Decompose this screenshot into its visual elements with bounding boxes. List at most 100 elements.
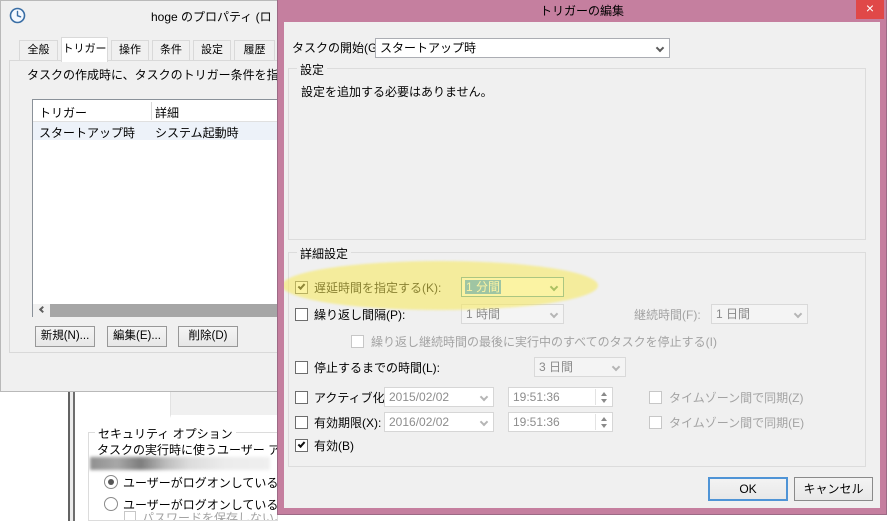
sync-timezone-expire-checkbox[interactable] (649, 416, 662, 429)
spin-down-icon (601, 399, 607, 403)
security-options-content: タスクの実行時に使うユーザー アカウン ユーザーがログオンしているときのみ ユー… (89, 433, 277, 520)
sync-timezone-activate-label: タイムゾーン間で同期(Z) (669, 391, 804, 405)
chevron-down-icon (611, 362, 621, 372)
tab-actions[interactable]: 操作 (111, 40, 149, 61)
expire-time-spinner[interactable]: 19:51:36 (508, 412, 613, 432)
properties-title: hoge のプロパティ (ロ (151, 10, 272, 24)
duration-value: 1 日間 (716, 307, 751, 321)
delay-value: 1 分間 (465, 280, 502, 294)
activate-time-spinner[interactable]: 19:51:36 (508, 387, 613, 407)
triggers-tab-page: タスクの作成時に、タスクのトリガー条件を指定できま トリガー 詳細 スタートアッ… (9, 60, 281, 353)
enabled-label: 有効(B) (314, 439, 354, 453)
column-divider[interactable] (151, 102, 152, 120)
expire-date-picker[interactable]: 2016/02/02 (384, 412, 494, 432)
delay-combo[interactable]: 1 分間 (461, 277, 564, 297)
stop-after-value: 3 日間 (539, 360, 574, 374)
tab-general[interactable]: 全般 (19, 40, 58, 61)
advanced-settings-title: 詳細設定 (297, 245, 352, 262)
enabled-checkbox[interactable] (295, 439, 308, 452)
duration-combo[interactable]: 1 日間 (711, 304, 808, 324)
task-start-combo[interactable]: スタートアップ時 (375, 38, 670, 58)
trigger-cell: スタートアップ時 (39, 126, 136, 140)
stop-all-tasks-label: 繰り返し継続時間の最後に実行中のすべてのタスクを停止する(I) (371, 335, 718, 349)
triggers-description: タスクの作成時に、タスクのトリガー条件を指定できま (27, 68, 280, 82)
chevron-down-icon (549, 282, 559, 292)
background-window-edge (68, 388, 75, 521)
repeat-checkbox[interactable] (295, 308, 308, 321)
delay-checkbox[interactable] (295, 281, 308, 294)
detail-cell: システム起動時 (155, 126, 239, 140)
stop-after-checkbox[interactable] (295, 361, 308, 374)
delay-label: 遅延時間を指定する(K): (314, 281, 442, 295)
scroll-left-button[interactable] (33, 304, 50, 317)
close-icon: × (865, 0, 875, 16)
account-name-redacted[interactable] (90, 457, 270, 470)
properties-dialog: hoge のプロパティ (ロ 全般 トリガー 操作 条件 設定 履歴 タスクの作… (0, 0, 281, 392)
check-icon (297, 440, 306, 448)
account-label: タスクの実行時に使うユーザー アカウン (97, 443, 277, 457)
radio-logged-on-or-not-label: ユーザーがログオンしているかどうか (123, 498, 277, 512)
activate-checkbox[interactable] (295, 391, 308, 404)
ok-button[interactable]: OK (708, 477, 788, 501)
edit-trigger-titlebar: トリガーの編集 (278, 0, 886, 22)
task-start-label: タスクの開始(G): (292, 41, 385, 55)
activate-date-value: 2015/02/02 (389, 390, 450, 404)
sync-timezone-expire-label: タイムゾーン間で同期(E) (669, 416, 805, 430)
activate-time-value: 19:51:36 (513, 390, 560, 404)
edit-button[interactable]: 編集(E)... (107, 326, 167, 347)
spin-down-icon (601, 424, 607, 428)
expire-time-value: 19:51:36 (513, 415, 560, 429)
delete-button[interactable]: 削除(D) (178, 326, 238, 347)
security-options-group: セキュリティ オプション タスクの実行時に使うユーザー アカウン ユーザーがログ… (88, 425, 278, 521)
background-window-panel (170, 389, 278, 418)
password-checkbox-label: パスワードを保存しない。タス (142, 511, 277, 520)
screen: セキュリティ オプション タスクの実行時に使うユーザー アカウン ユーザーがログ… (0, 0, 891, 521)
repeat-combo[interactable]: 1 時間 (461, 304, 564, 324)
spin-up-icon (601, 392, 607, 396)
column-header-trigger[interactable]: トリガー (39, 104, 87, 121)
expire-checkbox[interactable] (295, 416, 308, 429)
settings-message: 設定を追加する必要はありません。 (301, 85, 493, 99)
tab-conditions[interactable]: 条件 (152, 40, 190, 61)
horizontal-scrollbar[interactable] (33, 304, 280, 317)
repeat-value: 1 時間 (466, 307, 501, 321)
new-button[interactable]: 新規(N)... (35, 326, 95, 347)
chevron-down-icon (793, 309, 803, 319)
settings-group: 設定 設定を追加する必要はありません。 (288, 61, 866, 240)
edit-trigger-body: タスクの開始(G): スタートアップ時 設定 設定を追加する必要はありません。 … (284, 22, 880, 508)
advanced-settings-group: 詳細設定 遅延時間を指定する(K): 1 分間 繰り返し間隔(P): 1 時間 (288, 245, 866, 467)
close-button[interactable]: × (856, 0, 884, 19)
clock-icon (9, 7, 26, 24)
spin-up-icon (601, 417, 607, 421)
tab-settings[interactable]: 設定 (193, 40, 231, 61)
repeat-label: 繰り返し間隔(P): (314, 308, 406, 322)
properties-titlebar: hoge のプロパティ (ロ (1, 1, 280, 29)
scrollbar-thumb[interactable] (50, 304, 280, 317)
expire-date-value: 2016/02/02 (389, 415, 450, 429)
cancel-button[interactable]: キャンセル (794, 477, 873, 501)
password-checkbox[interactable] (124, 511, 136, 520)
spinner-buttons[interactable] (595, 414, 611, 430)
radio-dot-icon (108, 479, 114, 485)
stop-after-combo[interactable]: 3 日間 (534, 357, 626, 377)
expire-label: 有効期限(X): (314, 416, 382, 430)
task-start-value: スタートアップ時 (380, 41, 477, 55)
tab-history[interactable]: 履歴 (234, 40, 275, 61)
radio-logged-on-or-not[interactable] (104, 497, 118, 511)
chevron-down-icon (479, 392, 489, 402)
check-icon (297, 282, 306, 290)
chevron-down-icon (479, 417, 489, 427)
edit-trigger-title: トリガーの編集 (539, 4, 624, 18)
stop-all-tasks-checkbox[interactable] (351, 335, 364, 348)
radio-logged-on-only[interactable] (104, 475, 118, 489)
sync-timezone-activate-checkbox[interactable] (649, 391, 662, 404)
settings-group-title: 設定 (297, 61, 328, 78)
trigger-list: トリガー 詳細 スタートアップ時 システム起動時 (32, 99, 280, 317)
table-row[interactable]: スタートアップ時 システム起動時 (33, 122, 280, 140)
duration-label: 継続時間(F): (634, 308, 701, 322)
activate-date-picker[interactable]: 2015/02/02 (384, 387, 494, 407)
column-header-detail[interactable]: 詳細 (155, 104, 179, 121)
tab-triggers[interactable]: トリガー (61, 37, 108, 62)
spinner-buttons[interactable] (595, 389, 611, 405)
stop-after-label: 停止するまでの時間(L): (314, 361, 441, 375)
